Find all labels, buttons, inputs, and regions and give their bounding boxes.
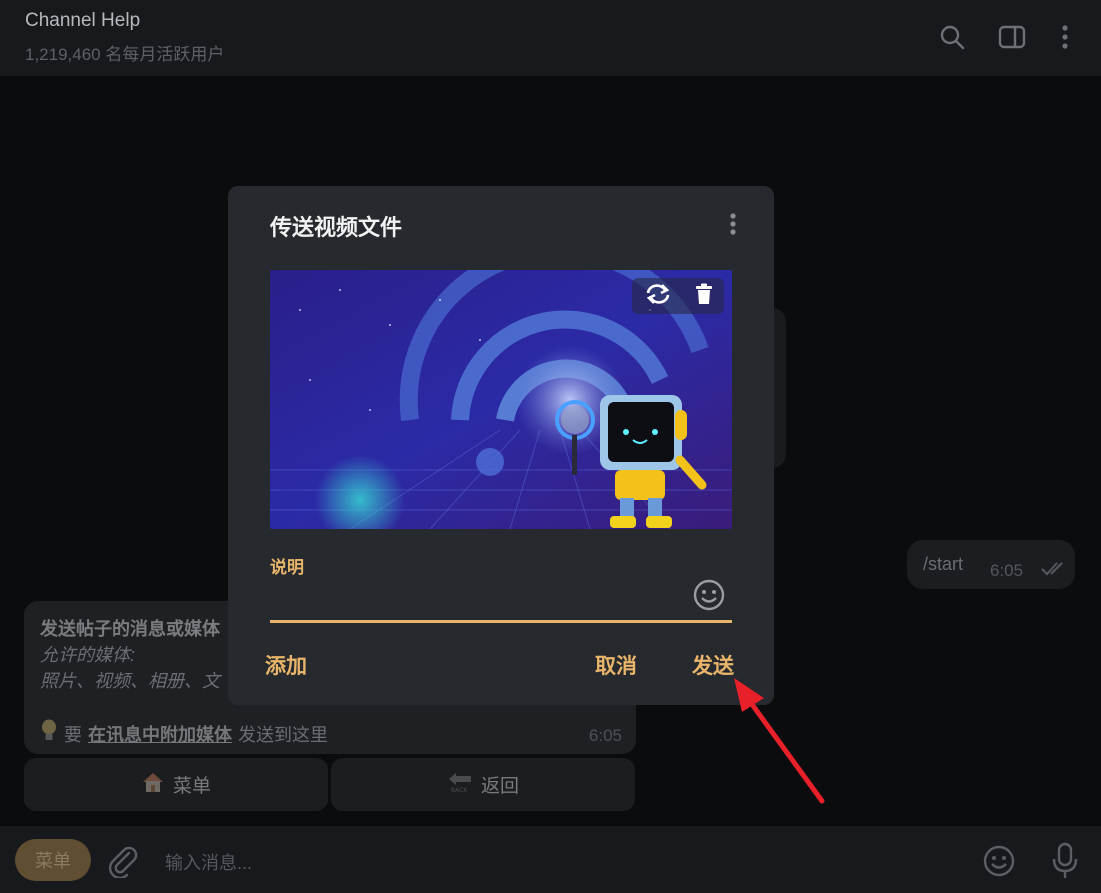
annotation-arrow	[720, 668, 830, 813]
replace-icon[interactable]	[643, 282, 673, 311]
message-input[interactable]: 输入消息...	[165, 849, 252, 875]
message-text: /start	[923, 554, 964, 574]
hint-suffix: 发送到这里	[238, 724, 328, 745]
back-arrow-icon: BACK	[447, 771, 473, 799]
emoji-icon[interactable]	[982, 844, 1016, 883]
preview-toolbar	[632, 278, 724, 314]
message-line: 发送帖子的消息或媒体	[40, 619, 220, 639]
dialog-title: 传送视频文件	[270, 215, 403, 240]
cancel-button[interactable]: 取消	[595, 650, 637, 680]
video-preview[interactable]	[270, 270, 732, 529]
message-time: 6:05	[990, 561, 1024, 580]
attach-media-link[interactable]: 在讯息中附加媒体	[88, 721, 232, 747]
emoji-icon[interactable]	[692, 578, 726, 612]
chat-subtitle: 1,219,460 名每月活跃用户	[25, 45, 225, 64]
keyboard-button-menu[interactable]: 菜单	[24, 758, 328, 811]
read-checks-icon	[1040, 560, 1068, 581]
paperclip-icon[interactable]	[108, 844, 138, 883]
search-icon[interactable]	[937, 22, 967, 52]
bot-menu-button[interactable]: 菜单	[15, 839, 91, 881]
sidebar-toggle-icon[interactable]	[997, 22, 1027, 52]
keyboard-button-label: 菜单	[172, 776, 211, 797]
attach-hint: 要 在讯息中附加媒体 发送到这里	[40, 719, 328, 748]
keyboard-button-label: 返回	[480, 776, 519, 797]
chat-header: Channel Help 1,219,460 名每月活跃用户	[0, 0, 1101, 76]
add-button[interactable]: 添加	[265, 650, 307, 680]
send-video-dialog: 传送视频文件 说明 添加 取消 发送	[228, 186, 774, 705]
house-icon	[141, 770, 165, 800]
lightbulb-icon	[40, 719, 58, 748]
message-time: 6:05	[588, 726, 622, 745]
message-input-bar: 菜单 输入消息...	[0, 826, 1101, 893]
caption-underline	[270, 620, 732, 623]
svg-text:BACK: BACK	[451, 787, 468, 793]
caption-label: 说明	[270, 558, 304, 577]
caption-input[interactable]	[270, 584, 680, 614]
microphone-icon[interactable]	[1050, 842, 1080, 885]
keyboard-button-back[interactable]: BACK 返回	[331, 758, 635, 811]
more-vertical-icon[interactable]	[726, 210, 746, 240]
message-line: 允许的媒体:	[40, 645, 136, 665]
more-vertical-icon[interactable]	[1050, 22, 1080, 52]
trash-icon[interactable]	[694, 283, 714, 310]
message-line: 照片、视频、相册、文	[40, 671, 220, 691]
outgoing-message[interactable]: /start 6:05	[907, 540, 1075, 589]
chat-title[interactable]: Channel Help	[25, 10, 140, 32]
hint-prefix: 要	[64, 724, 82, 745]
